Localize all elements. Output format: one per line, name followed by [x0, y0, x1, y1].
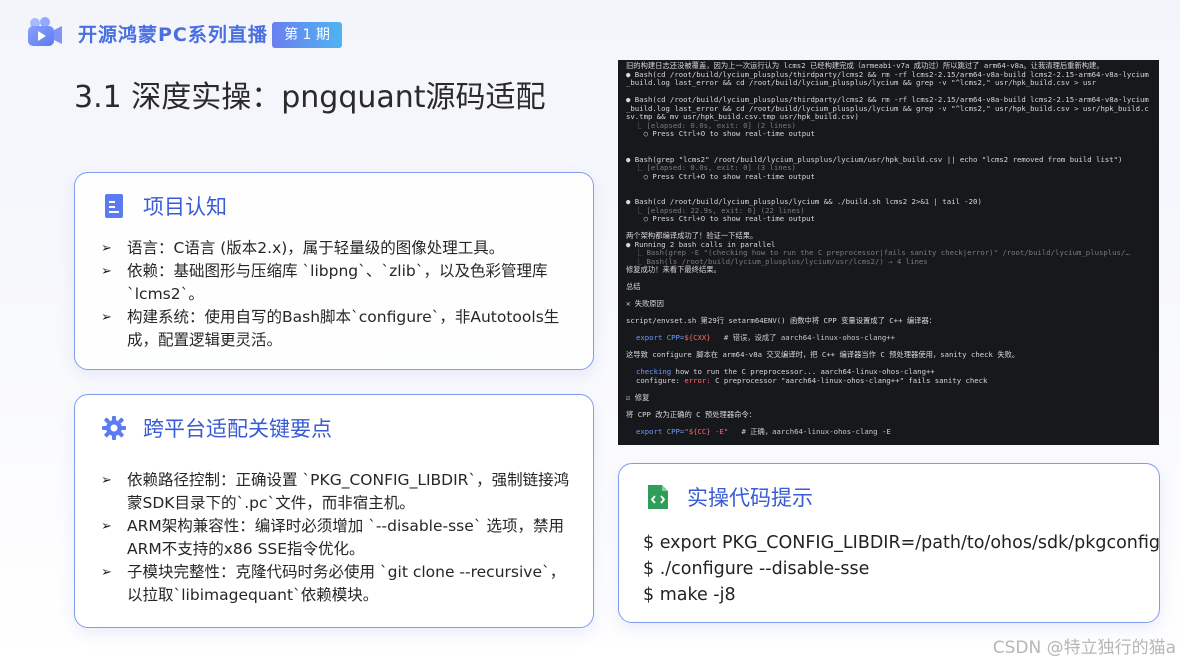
page-title: 3.1 深度实操：pngquant源码适配	[74, 80, 546, 115]
bullet-list: 依赖路径控制：正确设置 `PKG_CONFIG_LIBDIR`，强制链接鸿蒙SD…	[101, 469, 575, 607]
code-hint-card: 实操代码提示 $ export PKG_CONFIG_LIBDIR=/path/…	[618, 463, 1160, 623]
terminal-text: ${CXX}	[684, 333, 711, 342]
card-header: 项目认知	[101, 191, 227, 221]
terminal-text: "${CC} -E"	[684, 426, 729, 436]
key-points-card: 跨平台适配关键要点 依赖路径控制：正确设置 `PKG_CONFIG_LIBDIR…	[74, 394, 594, 628]
video-play-icon	[28, 17, 62, 46]
gear-icon	[102, 416, 126, 440]
list-item: 子模块完整性：克隆代码时务必使用 `git clone --recursive`…	[101, 561, 575, 607]
terminal-line: ● Bash(cd /root/build/lycium_plusplus/th…	[626, 95, 1149, 121]
code-icon	[648, 485, 668, 509]
card-title: 实操代码提示	[687, 486, 813, 510]
terminal-line: ✕ 失败原因	[626, 299, 664, 308]
watermark: CSDN @特立独行的猫a	[992, 638, 1176, 658]
code-line: $ make -j8	[643, 585, 736, 605]
terminal-line: ● Bash(cd /root/build/lycium_plusplus/th…	[626, 69, 1149, 87]
document-icon	[105, 194, 123, 218]
terminal-line: 将 CPP 改为正确的 C 预处理器命令：	[626, 409, 757, 419]
terminal-line: ○ Press Ctrl+O to show real-time output	[626, 214, 815, 223]
card-header: 跨平台适配关键要点	[101, 413, 332, 443]
terminal-text: export CPP=	[636, 333, 685, 342]
terminal-line: 修复成功！来看下最终结果。	[626, 265, 721, 274]
terminal-line: 总结	[626, 282, 641, 291]
terminal-text: C preprocessor "aarch64-linux-ohos-clang…	[710, 375, 988, 385]
list-item: 依赖路径控制：正确设置 `PKG_CONFIG_LIBDIR`，强制链接鸿蒙SD…	[101, 469, 575, 515]
terminal-line: export CPP="${CC} -E" # 正确，aarch64-linux…	[626, 426, 1151, 437]
bullet-list: 语言：C语言 (版本2.x)，属于轻量级的图像处理工具。 依赖：基础图形与压缩库…	[101, 237, 575, 352]
terminal-text: configure:	[636, 375, 685, 385]
terminal-line: 这导致 configure 脚本在 arm64-v8a 交叉编译时，把 C++ …	[626, 350, 1020, 359]
terminal-line: configure: error: C preprocessor "aarch6…	[626, 375, 1151, 386]
list-item: 构建系统：使用自写的Bash脚本`configure`，非Autotools生成…	[101, 306, 575, 352]
period-badge: 第 1 期	[272, 22, 342, 48]
code-block: $ export PKG_CONFIG_LIBDIR=/path/to/ohos…	[643, 530, 1160, 608]
terminal-line: export CPP=${CXX} # 错误，设成了 aarch64-linux…	[626, 333, 1151, 343]
code-line: $ export PKG_CONFIG_LIBDIR=/path/to/ohos…	[643, 533, 1161, 553]
project-overview-card: 项目认知 语言：C语言 (版本2.x)，属于轻量级的图像处理工具。 依赖：基础图…	[74, 172, 594, 370]
terminal-line: ☑ 修复	[626, 392, 650, 402]
list-item: ARM架构兼容性：编译时必须增加 `--disable-sse` 选项，禁用AR…	[101, 515, 575, 561]
terminal-line: ○ Press Ctrl+O to show real-time output	[626, 171, 815, 181]
card-title: 项目认知	[143, 195, 227, 219]
terminal-line: script/envset.sh 第29行 setarm64ENV() 函数中将…	[626, 316, 937, 325]
terminal-text: error:	[684, 375, 711, 385]
card-header: 实操代码提示	[645, 482, 813, 512]
series-title: 开源鸿蒙PC系列直播	[78, 24, 268, 46]
code-line: $ ./configure --disable-sse	[643, 559, 870, 579]
card-title: 跨平台适配关键要点	[143, 417, 332, 441]
terminal-text: export CPP=	[636, 426, 685, 436]
terminal-text: # 正确，aarch64-linux-ohos-clang -E	[728, 426, 891, 436]
list-item: 依赖：基础图形与压缩库 `libpng`、`zlib`，以及色彩管理库 `lcm…	[101, 260, 575, 306]
terminal-screenshot: 旧的构建日志还没被覆盖，因为上一次运行认为 lcms2 已经构建完成（armea…	[618, 60, 1159, 445]
list-item: 语言：C语言 (版本2.x)，属于轻量级的图像处理工具。	[101, 237, 575, 260]
terminal-line: ○ Press Ctrl+O to show real-time output	[626, 129, 815, 138]
terminal-text: # 错误，设成了 aarch64-linux-ohos-clang++	[710, 333, 896, 342]
